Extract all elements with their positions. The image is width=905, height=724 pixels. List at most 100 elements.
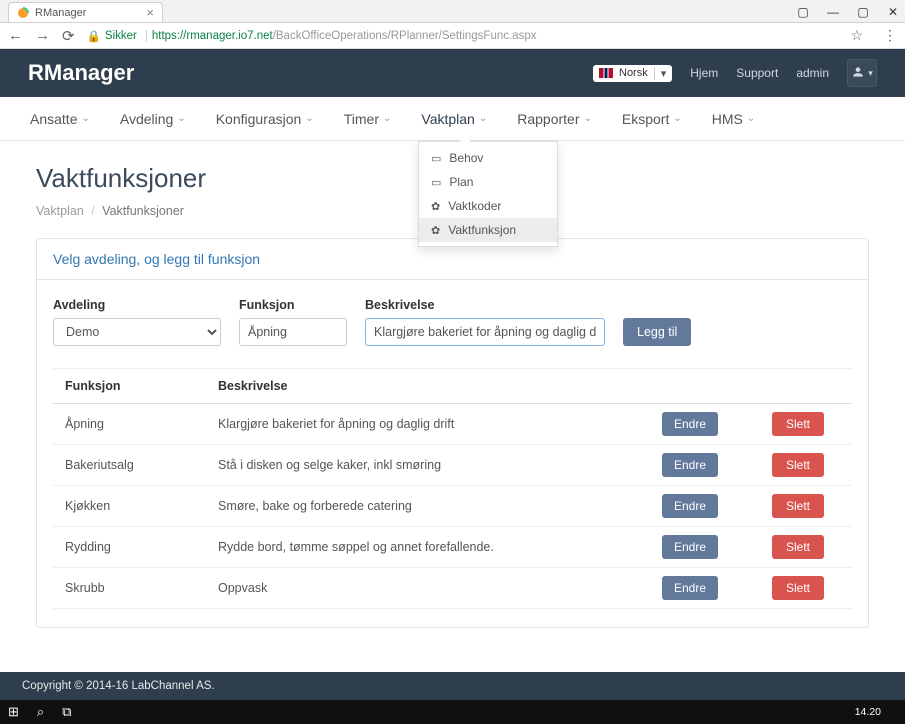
close-tab-icon[interactable]: × <box>146 5 154 20</box>
add-function-form: Avdeling Demo Funksjon Beskrivelse . Leg… <box>53 298 852 346</box>
cell-beskrivelse: Stå i disken og selge kaker, inkl smørin… <box>206 445 636 486</box>
tab-title: RManager <box>35 7 86 19</box>
cell-beskrivelse: Rydde bord, tømme søppel og annet forefa… <box>206 527 636 568</box>
edit-button[interactable]: Endre <box>662 494 718 518</box>
dropdown-item-behov[interactable]: ▭Behov <box>419 146 557 170</box>
chevron-down-icon: ⌄ <box>383 113 391 124</box>
chevron-down-icon: ▾ <box>654 67 667 80</box>
cell-beskrivelse: Smøre, bake og forberede catering <box>206 486 636 527</box>
delete-button[interactable]: Slett <box>772 412 824 436</box>
browser-menu-icon[interactable]: ⋮ <box>883 27 897 44</box>
nav-konfigurasjon[interactable]: Konfigurasjon⌄ <box>216 111 314 127</box>
delete-button[interactable]: Slett <box>772 453 824 477</box>
table-row: RyddingRydde bord, tømme søppel og annet… <box>53 527 852 568</box>
th-beskrivelse: Beskrivelse <box>206 369 636 404</box>
funksjon-input[interactable] <box>239 318 347 346</box>
avdeling-label: Avdeling <box>53 298 221 312</box>
secure-label: Sikker <box>105 30 137 42</box>
cell-funksjon: Rydding <box>53 527 206 568</box>
account-icon[interactable]: ▢ <box>797 5 809 19</box>
flag-icon <box>599 68 613 78</box>
gear-icon: ✿ <box>431 224 440 237</box>
back-icon[interactable]: ← <box>8 27 23 44</box>
nav-avdeling[interactable]: Avdeling⌄ <box>120 111 186 127</box>
nav-rapporter[interactable]: Rapporter⌄ <box>517 111 592 127</box>
cell-funksjon: Bakeriutsalg <box>53 445 206 486</box>
chevron-down-icon: ⌄ <box>584 113 592 124</box>
chevron-down-icon: ⌄ <box>177 113 185 124</box>
favicon-icon <box>17 7 29 19</box>
windows-taskbar: ⊞ ⌕ ⧉ 14.20 <box>0 700 905 724</box>
edit-button[interactable]: Endre <box>662 412 718 436</box>
home-link[interactable]: Hjem <box>690 66 718 80</box>
cell-funksjon: Skrubb <box>53 568 206 609</box>
nav-ansatte[interactable]: Ansatte⌄ <box>30 111 90 127</box>
minimize-icon[interactable]: — <box>827 5 839 19</box>
search-icon[interactable]: ⌕ <box>37 704 44 720</box>
breadcrumb-current: Vaktfunksjoner <box>102 204 184 218</box>
cell-funksjon: Kjøkken <box>53 486 206 527</box>
main-nav: Ansatte⌄ Avdeling⌄ Konfigurasjon⌄ Timer⌄… <box>0 97 905 141</box>
table-row: ÅpningKlargjøre bakeriet for åpning og d… <box>53 404 852 445</box>
lock-icon: 🔒 <box>87 29 101 43</box>
language-label: Norsk <box>619 67 648 79</box>
delete-button[interactable]: Slett <box>772 494 824 518</box>
browser-toolbar: ← → ⟳ 🔒 Sikker | https://rmanager.io7.ne… <box>0 23 905 49</box>
app-footer: Copyright © 2014-16 LabChannel AS. <box>0 672 905 700</box>
nav-timer[interactable]: Timer⌄ <box>344 111 392 127</box>
delete-button[interactable]: Slett <box>772 535 824 559</box>
url-path: /BackOfficeOperations/RPlanner/SettingsF… <box>273 30 537 42</box>
dropdown-item-plan[interactable]: ▭Plan <box>419 170 557 194</box>
edit-button[interactable]: Endre <box>662 535 718 559</box>
browser-tab[interactable]: RManager × <box>8 2 163 22</box>
nav-vaktplan[interactable]: Vaktplan⌄ <box>421 111 487 127</box>
tablet-icon: ▭ <box>431 152 441 165</box>
breadcrumb-root[interactable]: Vaktplan <box>36 204 84 218</box>
brand-logo[interactable]: RManager <box>28 60 134 86</box>
nav-eksport[interactable]: Eksport⌄ <box>622 111 682 127</box>
url-host: https://rmanager.io7.net <box>152 30 273 42</box>
reload-icon[interactable]: ⟳ <box>62 27 75 45</box>
edit-button[interactable]: Endre <box>662 576 718 600</box>
chevron-down-icon: ⌄ <box>673 113 681 124</box>
functions-table: Funksjon Beskrivelse ÅpningKlargjøre bak… <box>53 368 852 609</box>
cell-funksjon: Åpning <box>53 404 206 445</box>
url-bar[interactable]: 🔒 Sikker | https://rmanager.io7.net /Bac… <box>87 29 839 43</box>
app-header: RManager Norsk ▾ Hjem Support admin ▾ <box>0 49 905 97</box>
cell-beskrivelse: Klargjøre bakeriet for åpning og daglig … <box>206 404 636 445</box>
edit-button[interactable]: Endre <box>662 453 718 477</box>
vaktplan-dropdown: ▭Behov ▭Plan ✿Vaktkoder ✿Vaktfunksjon <box>418 141 558 247</box>
chevron-down-icon: ⌄ <box>305 113 313 124</box>
dropdown-item-vaktfunksjon[interactable]: ✿Vaktfunksjon <box>419 218 557 242</box>
support-link[interactable]: Support <box>736 66 778 80</box>
start-icon[interactable]: ⊞ <box>8 704 19 720</box>
function-panel: Velg avdeling, og legg til funksjon Avde… <box>36 238 869 628</box>
chevron-down-icon: ⌄ <box>747 113 755 124</box>
th-funksjon: Funksjon <box>53 369 206 404</box>
beskrivelse-input[interactable] <box>365 318 605 346</box>
task-view-icon[interactable]: ⧉ <box>62 704 71 720</box>
forward-icon[interactable]: → <box>35 27 50 44</box>
clock[interactable]: 14.20 <box>855 706 881 718</box>
admin-link[interactable]: admin <box>796 66 829 80</box>
beskrivelse-label: Beskrivelse <box>365 298 605 312</box>
user-icon <box>851 65 865 82</box>
dropdown-item-vaktkoder[interactable]: ✿Vaktkoder <box>419 194 557 218</box>
avdeling-select[interactable]: Demo <box>53 318 221 346</box>
language-selector[interactable]: Norsk ▾ <box>593 65 672 82</box>
chevron-down-icon: ⌄ <box>81 113 89 124</box>
funksjon-label: Funksjon <box>239 298 347 312</box>
tablet-icon: ▭ <box>431 176 441 189</box>
maximize-icon[interactable]: ▢ <box>857 5 869 19</box>
gear-icon: ✿ <box>431 200 440 213</box>
table-row: KjøkkenSmøre, bake og forberede catering… <box>53 486 852 527</box>
copyright: Copyright © 2014-16 LabChannel AS. <box>22 680 215 692</box>
close-window-icon[interactable]: ✕ <box>887 5 899 19</box>
user-menu[interactable]: ▾ <box>847 59 877 87</box>
delete-button[interactable]: Slett <box>772 576 824 600</box>
table-row: SkrubbOppvaskEndreSlett <box>53 568 852 609</box>
bookmark-icon[interactable]: ☆ <box>850 27 863 44</box>
chevron-down-icon: ⌄ <box>479 113 487 124</box>
nav-hms[interactable]: HMS⌄ <box>712 111 756 127</box>
add-button[interactable]: Legg til <box>623 318 691 346</box>
